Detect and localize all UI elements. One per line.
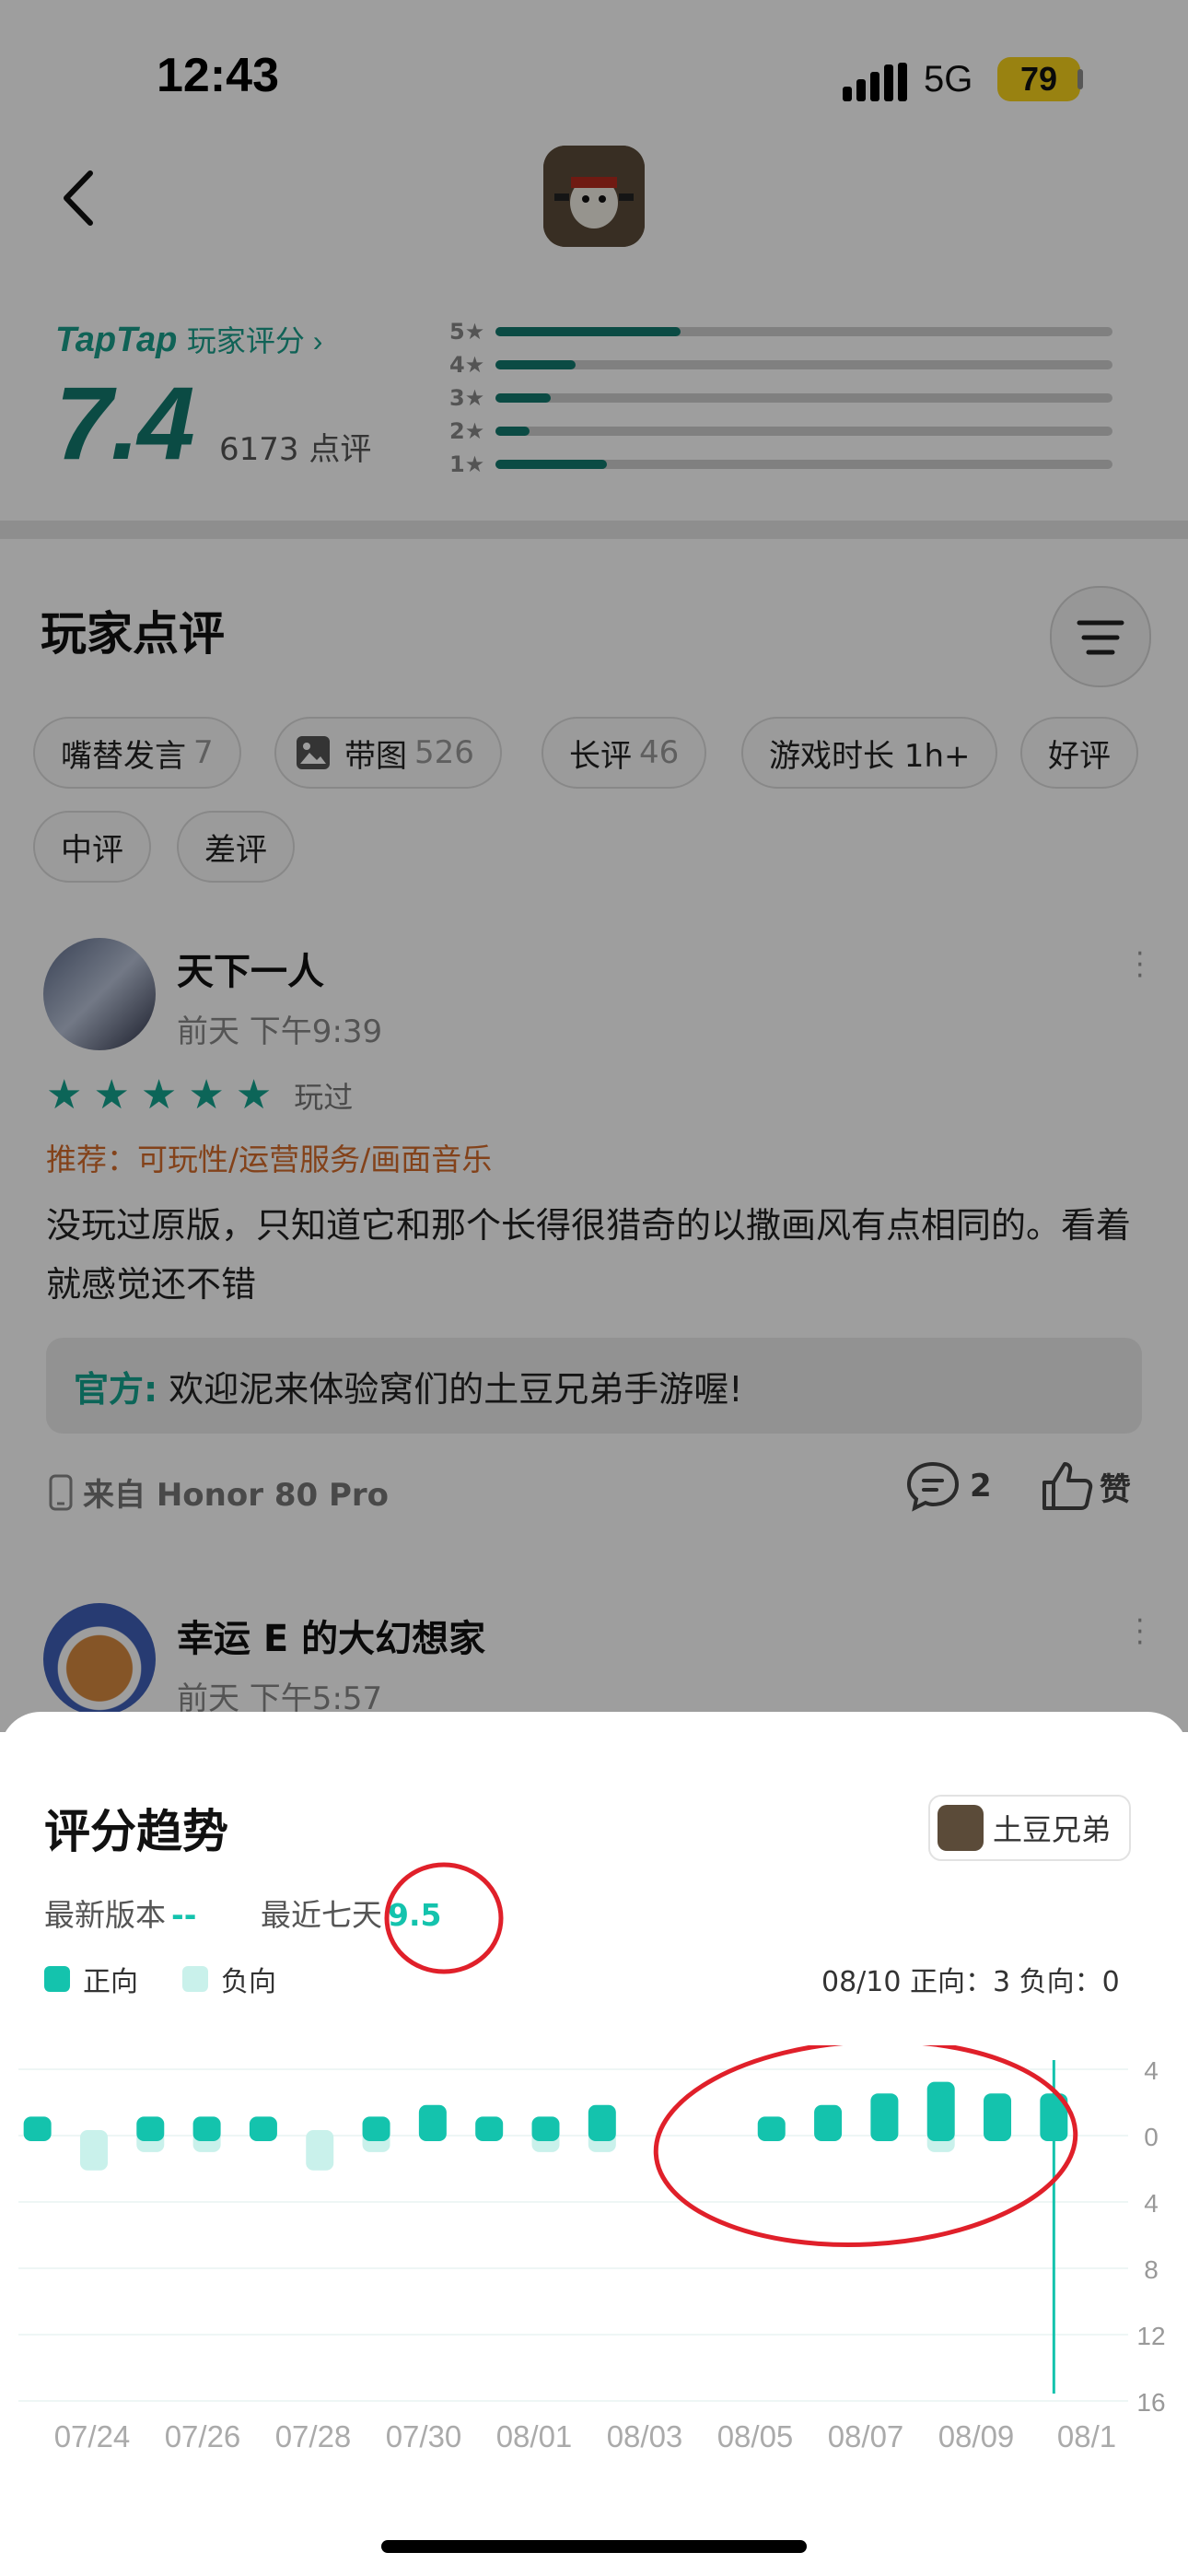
x-tick-label: 07/30 — [386, 2419, 462, 2453]
positive-bar — [136, 2116, 165, 2141]
x-tick-label: 08/03 — [607, 2419, 683, 2453]
positive-bar — [926, 2081, 955, 2141]
x-tick-label: 07/28 — [275, 2419, 352, 2453]
positive-bar — [418, 2104, 447, 2141]
latest-version-stat: 最新版本 -- — [44, 1891, 196, 1935]
y-tick-label: 12 — [1136, 2322, 1165, 2350]
last-seven-days-label: 最近七天 — [261, 1897, 382, 1933]
legend-positive: 正向 — [44, 1959, 138, 1999]
positive-bar — [192, 2116, 221, 2141]
positive-bar — [588, 2104, 616, 2141]
positive-bar — [362, 2116, 390, 2141]
x-tick-label: 08/1 — [1057, 2419, 1116, 2453]
latest-version-label: 最新版本 — [44, 1897, 166, 1933]
y-tick-label: 4 — [1144, 2056, 1159, 2085]
game-selector[interactable]: 土豆兄弟 — [928, 1795, 1132, 1861]
home-indicator[interactable] — [381, 2540, 807, 2553]
legend-swatch — [182, 1966, 208, 1992]
negative-bar — [79, 2130, 108, 2171]
positive-bar — [870, 2093, 899, 2141]
positive-bar — [249, 2116, 277, 2141]
game-name: 土豆兄弟 — [993, 1812, 1112, 1847]
positive-bar — [757, 2116, 786, 2141]
positive-bar — [23, 2116, 52, 2141]
legend-negative: 负向 — [182, 1959, 276, 1999]
x-tick-label: 07/26 — [165, 2419, 241, 2453]
last-seven-days-stat: 最近七天 9.5 — [261, 1891, 441, 1935]
y-tick-label: 16 — [1136, 2388, 1165, 2417]
game-icon — [938, 1805, 984, 1851]
x-tick-label: 08/05 — [717, 2419, 794, 2453]
legend-swatch — [44, 1966, 70, 1992]
positive-bar — [475, 2116, 504, 2141]
legend-label: 正向 — [83, 1966, 138, 1998]
y-tick-label: 8 — [1144, 2255, 1159, 2284]
y-tick-label: 4 — [1144, 2189, 1159, 2218]
sheet-title: 评分趋势 — [44, 1805, 228, 1858]
y-tick-label: 0 — [1144, 2123, 1159, 2151]
negative-bar — [306, 2130, 334, 2171]
rating-trend-chart[interactable]: 4 0 4 8 12 16 07/24 07/26 07/28 07/30 08/01 08/03 08… — [0, 2045, 1188, 2469]
x-tick-label: 07/24 — [54, 2419, 131, 2453]
positive-bar — [814, 2104, 843, 2141]
x-tick-label: 08/07 — [828, 2419, 904, 2453]
latest-version-value: -- — [171, 1897, 197, 1933]
x-tick-label: 08/09 — [938, 2419, 1015, 2453]
positive-bar — [984, 2093, 1012, 2141]
dim-overlay[interactable] — [0, 0, 1188, 1732]
chart-hover-info: 08/10 正向：3 负向：0 — [821, 1966, 1120, 1998]
last-seven-days-value: 9.5 — [388, 1897, 442, 1933]
x-tick-label: 08/01 — [496, 2419, 573, 2453]
annotation-circle — [653, 2045, 1078, 2247]
positive-bar — [531, 2116, 560, 2141]
legend-label: 负向 — [221, 1966, 276, 1998]
